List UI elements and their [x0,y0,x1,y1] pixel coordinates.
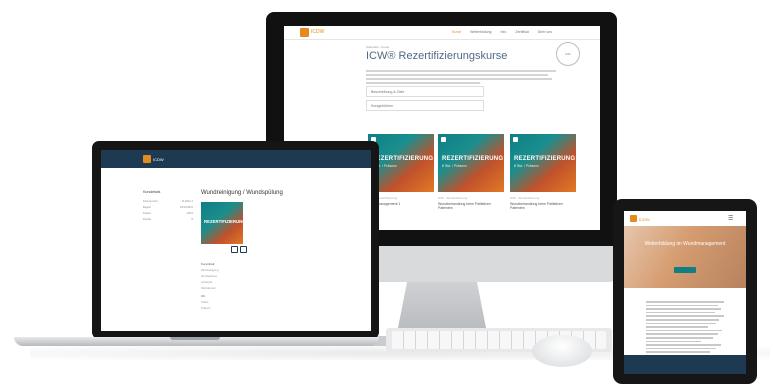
accordion-item[interactable]: Beschreibung & Ziele [366,86,484,97]
macbook-screen: ICDW Kursdetails Kursnummer R-2021-1 Begi… [101,150,371,331]
body-text [646,301,724,359]
detail-label: Kosten [143,212,152,215]
logo-text[interactable]: ICDW [311,29,324,35]
detail-value: 120 € [186,212,194,215]
logo-icon[interactable] [143,155,151,163]
detail-value: R-2021-1 [182,200,193,203]
course-heading: REZERTIFIZIERUNG [372,156,434,162]
hero-image [624,226,746,288]
logo-text[interactable]: ICDW [639,217,650,222]
list-item: Wundspülung [201,275,217,278]
list-item: Präsenz [201,307,211,310]
section-heading: Kursinhalt [201,262,215,266]
detail-label: Kursnummer [143,200,158,203]
nav-item[interactable]: Info [501,30,507,34]
course-image: REZERTIFIZIERUNG 8 Std. / Präsenz [510,134,576,192]
sidebar-heading: Kursdetails [143,190,161,194]
top-nav-bar [284,26,600,40]
info-badge[interactable]: Info [556,42,580,66]
course-card[interactable]: REZERTIFIZIERUNG 8 Std. / Präsenz ICW · … [438,134,504,210]
course-content-list: Kursinhalt Wundreinigung Wundspülung Ant… [201,258,261,313]
hero-button[interactable] [674,267,696,273]
logo-icon[interactable] [300,28,309,37]
course-sub: 8 Std. / Präsenz [514,164,539,168]
list-item: Online [201,301,209,304]
detail-row: Punkte 8 [143,218,193,221]
nav-item[interactable]: Über uns [538,30,552,34]
section-heading: Ort [201,294,206,298]
course-sub: 8 Std. / Präsenz [442,164,467,168]
logo-icon [441,137,446,142]
menu-icon[interactable]: ☰ [728,215,733,222]
main-nav: Kurse Weiterbildung Info Zertifikat Über… [452,30,552,34]
breadcrumb[interactable]: Startseite › Kurse [366,45,389,49]
detail-value: 8 [191,218,193,221]
share-icon[interactable] [240,246,247,253]
course-title[interactable]: Wundbehandlung beim Palliativen Patiente… [510,202,576,210]
nav-item[interactable]: Kurse [452,30,461,34]
macbook-notch [170,337,220,340]
accordion-item[interactable]: Kursgebühren [366,100,484,111]
list-item: Antiseptik [201,281,213,284]
course-title[interactable]: Wundbehandlung beim Palliativen Patiente… [438,202,504,210]
footer-band [624,355,746,374]
detail-label: Punkte [143,218,152,221]
hero-text: Weiterbildung im Wundmanagement [644,241,726,247]
detail-row: Kursnummer R-2021-1 [143,200,193,203]
detail-value: 18.09.2021 [180,206,193,209]
course-details-sidebar: Kursdetails Kursnummer R-2021-1 Beginn 18.… [143,190,193,224]
list-item: Wundreinigung [201,269,219,272]
logo-icon[interactable] [630,215,637,222]
course-image: REZERTIFIZIERUNG 8 Std. / Präsenz [438,134,504,192]
header-bar [101,150,371,168]
mouse [532,335,592,367]
share-icons [231,246,247,253]
list-item: Débridement [201,287,216,290]
detail-label: Beginn [143,206,152,209]
detail-row: Kosten 120 € [143,212,193,215]
ipad-screen: ICDW ☰ Weiterbildung im Wundmanagement [624,211,746,374]
detail-row: Beginn 18.09.2021 [143,206,193,209]
nav-item[interactable]: Zertifikat [515,30,528,34]
page-title: ICW® Rezertifizierungskurse [366,50,508,62]
logo-text[interactable]: ICDW [153,157,164,162]
course-heading: REZERTIFIZIERUNG [204,219,246,224]
course-card[interactable]: REZERTIFIZIERUNG 8 Std. / Präsenz ICW · … [510,134,576,210]
course-heading: REZERTIFIZIERUNG [442,156,504,162]
download-icon[interactable] [231,246,238,253]
course-heading: REZERTIFIZIERUNG [514,156,576,162]
nav-item[interactable]: Weiterbildung [470,30,491,34]
course-meta: ICW · Rezertifizierung [510,196,540,200]
course-meta: ICW · Rezertifizierung [438,196,468,200]
logo-icon [513,137,518,142]
page-title: Wundreinigung / Wundspülung [201,190,283,196]
intro-paragraph [366,70,556,86]
